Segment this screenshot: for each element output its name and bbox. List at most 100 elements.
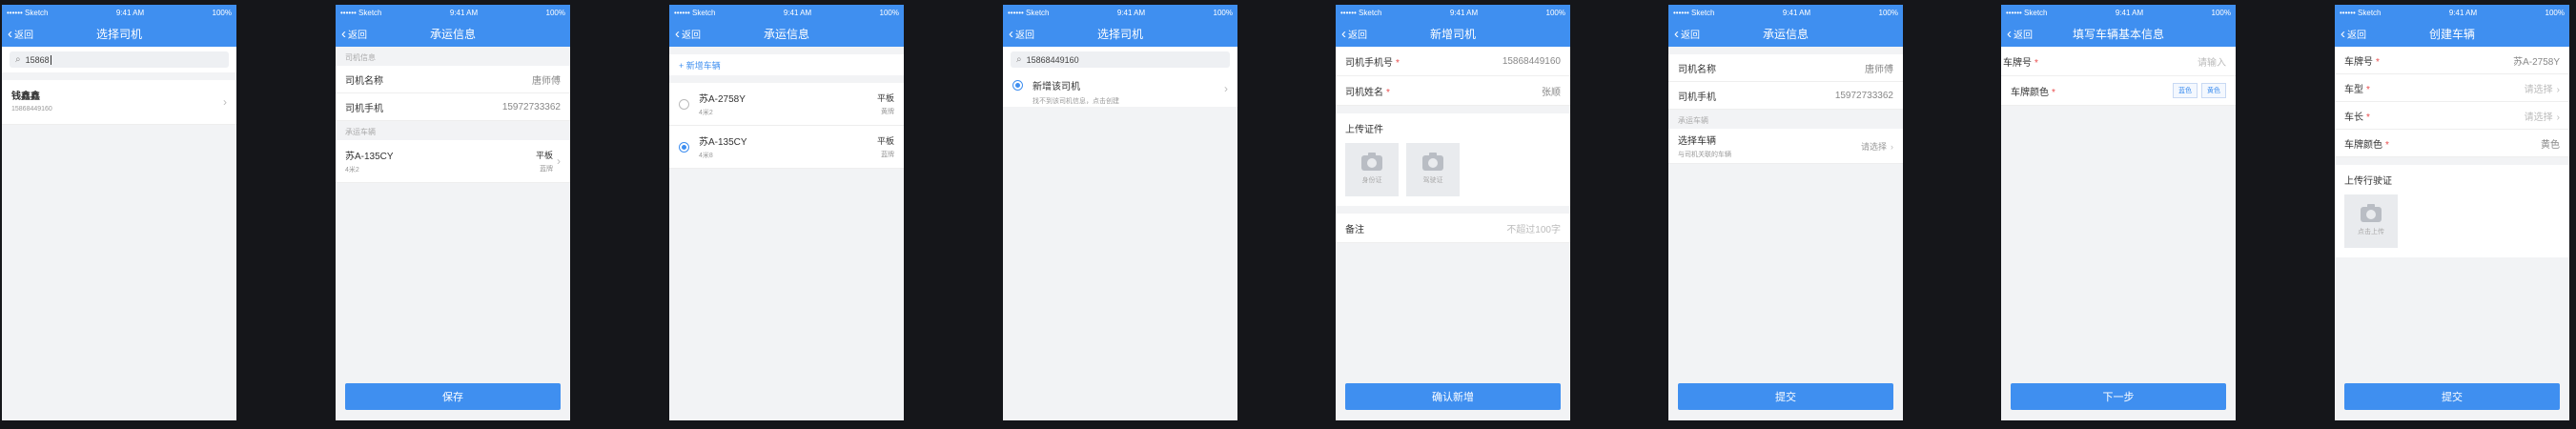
upload-id-card[interactable]: 身份证: [1345, 143, 1399, 196]
driver-result-row[interactable]: 钱鑫鑫 15868449160 ›: [2, 80, 236, 125]
status-time: 9:41 AM: [1449, 8, 1479, 17]
remark-placeholder: 不超过100字: [1506, 224, 1561, 235]
vehicle-plate-color: 蓝牌: [881, 152, 894, 158]
vehicle-type-field[interactable]: 车型 * 请选择 ›: [2335, 74, 2569, 102]
add-icon: [1012, 80, 1023, 91]
upload-id-label: 身份证: [1361, 176, 1382, 184]
upload-driving-license[interactable]: 点击上传: [2344, 194, 2398, 248]
back-button[interactable]: ‹ 返回: [2007, 20, 2033, 47]
chevron-left-icon: ‹: [2341, 25, 2345, 42]
page-title: 创建车辆: [2428, 27, 2475, 41]
chevron-left-icon: ‹: [2007, 25, 2012, 42]
driver-phone-field[interactable]: 司机手机号 * 15868449160: [1336, 47, 1570, 76]
carrier-label: •••••• Sketch: [1340, 8, 1382, 17]
radio-button[interactable]: [679, 98, 689, 110]
back-button[interactable]: ‹ 返回: [675, 20, 701, 47]
back-button[interactable]: ‹ 返回: [8, 20, 33, 47]
required-mark: *: [1396, 57, 1400, 69]
vehicle-plate: 苏A-2758Y: [699, 94, 746, 105]
submit-button[interactable]: 提交: [2344, 383, 2560, 410]
chevron-right-icon: ›: [557, 154, 561, 168]
submit-button[interactable]: 提交: [1678, 383, 1893, 410]
color-option-yellow[interactable]: 黄色: [2201, 83, 2226, 98]
plate-field[interactable]: 车牌号 * 请输入: [2001, 47, 2236, 76]
plate-color-field[interactable]: 车牌颜色 * 黄色: [2335, 130, 2569, 157]
vehicle-length: 4米2: [345, 167, 359, 174]
plate-field[interactable]: 车牌号 * 苏A-2758Y: [2335, 47, 2569, 74]
camera-icon: [1361, 152, 1382, 171]
search-value: 15868: [25, 54, 50, 65]
vehicle-type: 平板: [535, 151, 553, 160]
next-step-button[interactable]: 下一步: [2011, 383, 2226, 410]
required-mark: *: [1386, 87, 1390, 98]
vehicle-option-row[interactable]: 苏A-2758Y 4米2 平板 黄牌: [669, 83, 904, 126]
upload-license[interactable]: 驾驶证: [1406, 143, 1460, 196]
back-label: 返回: [2347, 30, 2366, 41]
status-time: 9:41 AM: [1116, 8, 1146, 17]
save-button[interactable]: 保存: [345, 383, 561, 410]
add-driver-title: 新增该司机: [1032, 82, 1080, 92]
battery-label: 100%: [212, 8, 232, 17]
back-label: 返回: [2014, 30, 2033, 41]
back-label: 返回: [1348, 30, 1367, 41]
carrier-label: •••••• Sketch: [1008, 8, 1050, 17]
vehicle-type-value: 请选择: [2524, 84, 2553, 95]
plate-color-label: 车牌颜色: [2011, 87, 2049, 98]
search-input[interactable]: ⌕ 15868449160: [1011, 51, 1230, 68]
vehicle-row[interactable]: 苏A-135CY 4米2 平板 蓝牌 ›: [336, 140, 570, 183]
search-icon: ⌕: [15, 54, 21, 65]
page-title: 填写车辆基本信息: [2072, 27, 2164, 41]
screen-vehicle-basic-info: •••••• Sketch 9:41 AM 100% ‹ 返回 填写车辆基本信息…: [2001, 5, 2236, 420]
screen-select-driver-not-found: •••••• Sketch 9:41 AM 100% ‹ 返回 选择司机 ⌕ 1…: [1003, 5, 1237, 420]
search-input[interactable]: ⌕ 15868: [10, 51, 229, 68]
plate-color-options: 蓝色 黄色: [2173, 83, 2226, 98]
vehicle-option-row[interactable]: 苏A-135CY 4米8 平板 蓝牌: [669, 126, 904, 169]
driver-phone-label: 司机手机: [345, 103, 383, 114]
chevron-left-icon: ‹: [341, 25, 346, 42]
driver-name-label: 司机名称: [345, 75, 383, 87]
chevron-right-icon: ›: [223, 95, 227, 109]
carrier-label: •••••• Sketch: [7, 8, 49, 17]
screen-create-vehicle: •••••• Sketch 9:41 AM 100% ‹ 返回 创建车辆 车牌号…: [2335, 5, 2569, 420]
back-button[interactable]: ‹ 返回: [1341, 20, 1367, 47]
remark-field[interactable]: 备注 不超过100字: [1336, 214, 1570, 243]
back-button[interactable]: ‹ 返回: [2341, 20, 2366, 47]
chevron-left-icon: ‹: [1009, 25, 1013, 42]
plate-label: 车牌号: [2003, 57, 2032, 69]
status-time: 9:41 AM: [449, 8, 479, 17]
carrier-label: •••••• Sketch: [2006, 8, 2048, 17]
driver-name-field[interactable]: 司机姓名 * 张顺: [1336, 76, 1570, 106]
back-button[interactable]: ‹ 返回: [1674, 20, 1700, 47]
vehicle-length-field[interactable]: 车长 * 请选择 ›: [2335, 102, 2569, 130]
plate-color-field: 车牌颜色 * 蓝色 黄色: [2001, 76, 2236, 106]
add-vehicle-link[interactable]: + 新增车辆: [669, 54, 904, 75]
search-icon: ⌕: [1016, 54, 1022, 65]
select-vehicle-row[interactable]: 选择车辆 与司机关联的车辆 请选择 ›: [1668, 129, 1903, 164]
driver-name-row: 司机名称 唐师傅: [1668, 54, 1903, 82]
chevron-right-icon: ›: [2556, 112, 2560, 123]
battery-label: 100%: [545, 8, 565, 17]
back-button[interactable]: ‹ 返回: [1009, 20, 1034, 47]
color-option-blue[interactable]: 蓝色: [2173, 83, 2198, 98]
search-bar: ⌕ 15868449160: [1003, 47, 1237, 72]
section-vehicle-label: 承运车辆: [345, 128, 376, 136]
driver-phone-label: 司机手机号: [1345, 57, 1393, 69]
add-driver-row[interactable]: 新增该司机 找不到该司机信息，点击创建 ›: [1003, 72, 1237, 107]
confirm-add-button[interactable]: 确认新增: [1345, 383, 1561, 410]
page-title: 承运信息: [1762, 27, 1809, 41]
back-label: 返回: [14, 30, 33, 41]
driver-phone: 15868449160: [11, 106, 52, 112]
vehicle-length-label: 车长: [2344, 112, 2363, 123]
back-label: 返回: [1015, 30, 1034, 41]
nav-bar: ‹ 返回 新增司机: [1336, 20, 1570, 47]
chevron-right-icon: ›: [2556, 84, 2560, 95]
required-mark: *: [2052, 87, 2055, 98]
search-value: 15868449160: [1026, 54, 1079, 65]
upload-section-title: 上传行驶证: [2335, 165, 2569, 191]
carrier-label: •••••• Sketch: [2340, 8, 2382, 17]
radio-button-selected[interactable]: [679, 141, 689, 153]
driver-name-label: 司机名称: [1678, 64, 1716, 75]
vehicle-type: 平板: [876, 93, 894, 103]
section-vehicle-label: 承运车辆: [1678, 116, 1708, 125]
back-button[interactable]: ‹ 返回: [341, 20, 367, 47]
